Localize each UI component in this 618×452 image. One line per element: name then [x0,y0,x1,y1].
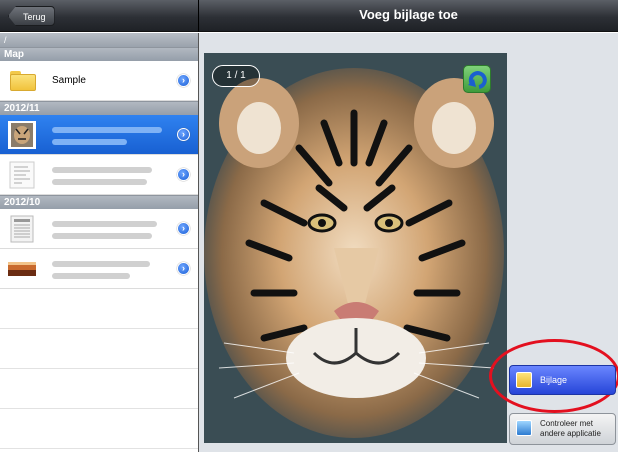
image-preview: 1 / 1 [204,53,507,443]
document-thumbnail-icon [10,215,34,243]
breadcrumb: / [0,33,198,47]
blurred-text [52,167,152,173]
document-thumbnail-icon [9,161,35,189]
blurred-text [52,221,157,227]
file-browser: / Map Sample › 2012/11 › › 2012/10 › › [0,33,198,452]
file-row[interactable]: › [0,249,198,289]
blurred-text [52,261,150,267]
open-in-other-app-button[interactable]: Controleer met andere applicatie [509,413,616,445]
window-title: Voeg bijlage toe [359,7,458,22]
blurred-text [52,127,162,133]
section-header-map: Map [0,47,198,61]
empty-row [0,369,198,409]
folder-icon [10,71,36,91]
photo-thumbnail-icon [8,262,36,276]
attach-button-label: Bijlage [540,375,568,385]
file-row[interactable]: › [0,115,198,155]
preview-area: 1 / 1 Bijlage Controleer met andere appl… [199,33,618,452]
attach-button[interactable]: Bijlage [509,365,616,395]
disclosure-icon[interactable]: › [177,222,190,235]
empty-row [0,289,198,329]
tiger-thumbnail-icon [8,121,36,149]
open-in-icon [516,420,532,436]
section-header-2012-11: 2012/11 [0,101,198,115]
rotate-icon [468,71,487,89]
sidebar-navbar: Terug [0,0,198,32]
open-in-button-label: Controleer met andere applicatie [540,419,601,438]
folder-row-sample[interactable]: Sample › [0,61,198,101]
disclosure-icon[interactable]: › [177,168,190,181]
empty-row [0,409,198,449]
attachment-icon [516,372,532,388]
back-button[interactable]: Terug [8,6,55,26]
blurred-text [52,139,127,145]
rotate-button[interactable] [463,65,491,93]
tiger-image [204,53,507,443]
section-header-2012-10: 2012/10 [0,195,198,209]
disclosure-icon[interactable]: › [177,262,190,275]
page-indicator: 1 / 1 [212,65,260,87]
file-row[interactable]: › [0,209,198,249]
folder-label: Sample [52,75,86,86]
blurred-text [52,233,152,239]
disclosure-icon[interactable]: › [177,128,190,141]
file-row[interactable]: › [0,155,198,195]
empty-row [0,329,198,369]
blurred-text [52,179,147,185]
disclosure-icon[interactable]: › [177,74,190,87]
blurred-text [52,273,130,279]
